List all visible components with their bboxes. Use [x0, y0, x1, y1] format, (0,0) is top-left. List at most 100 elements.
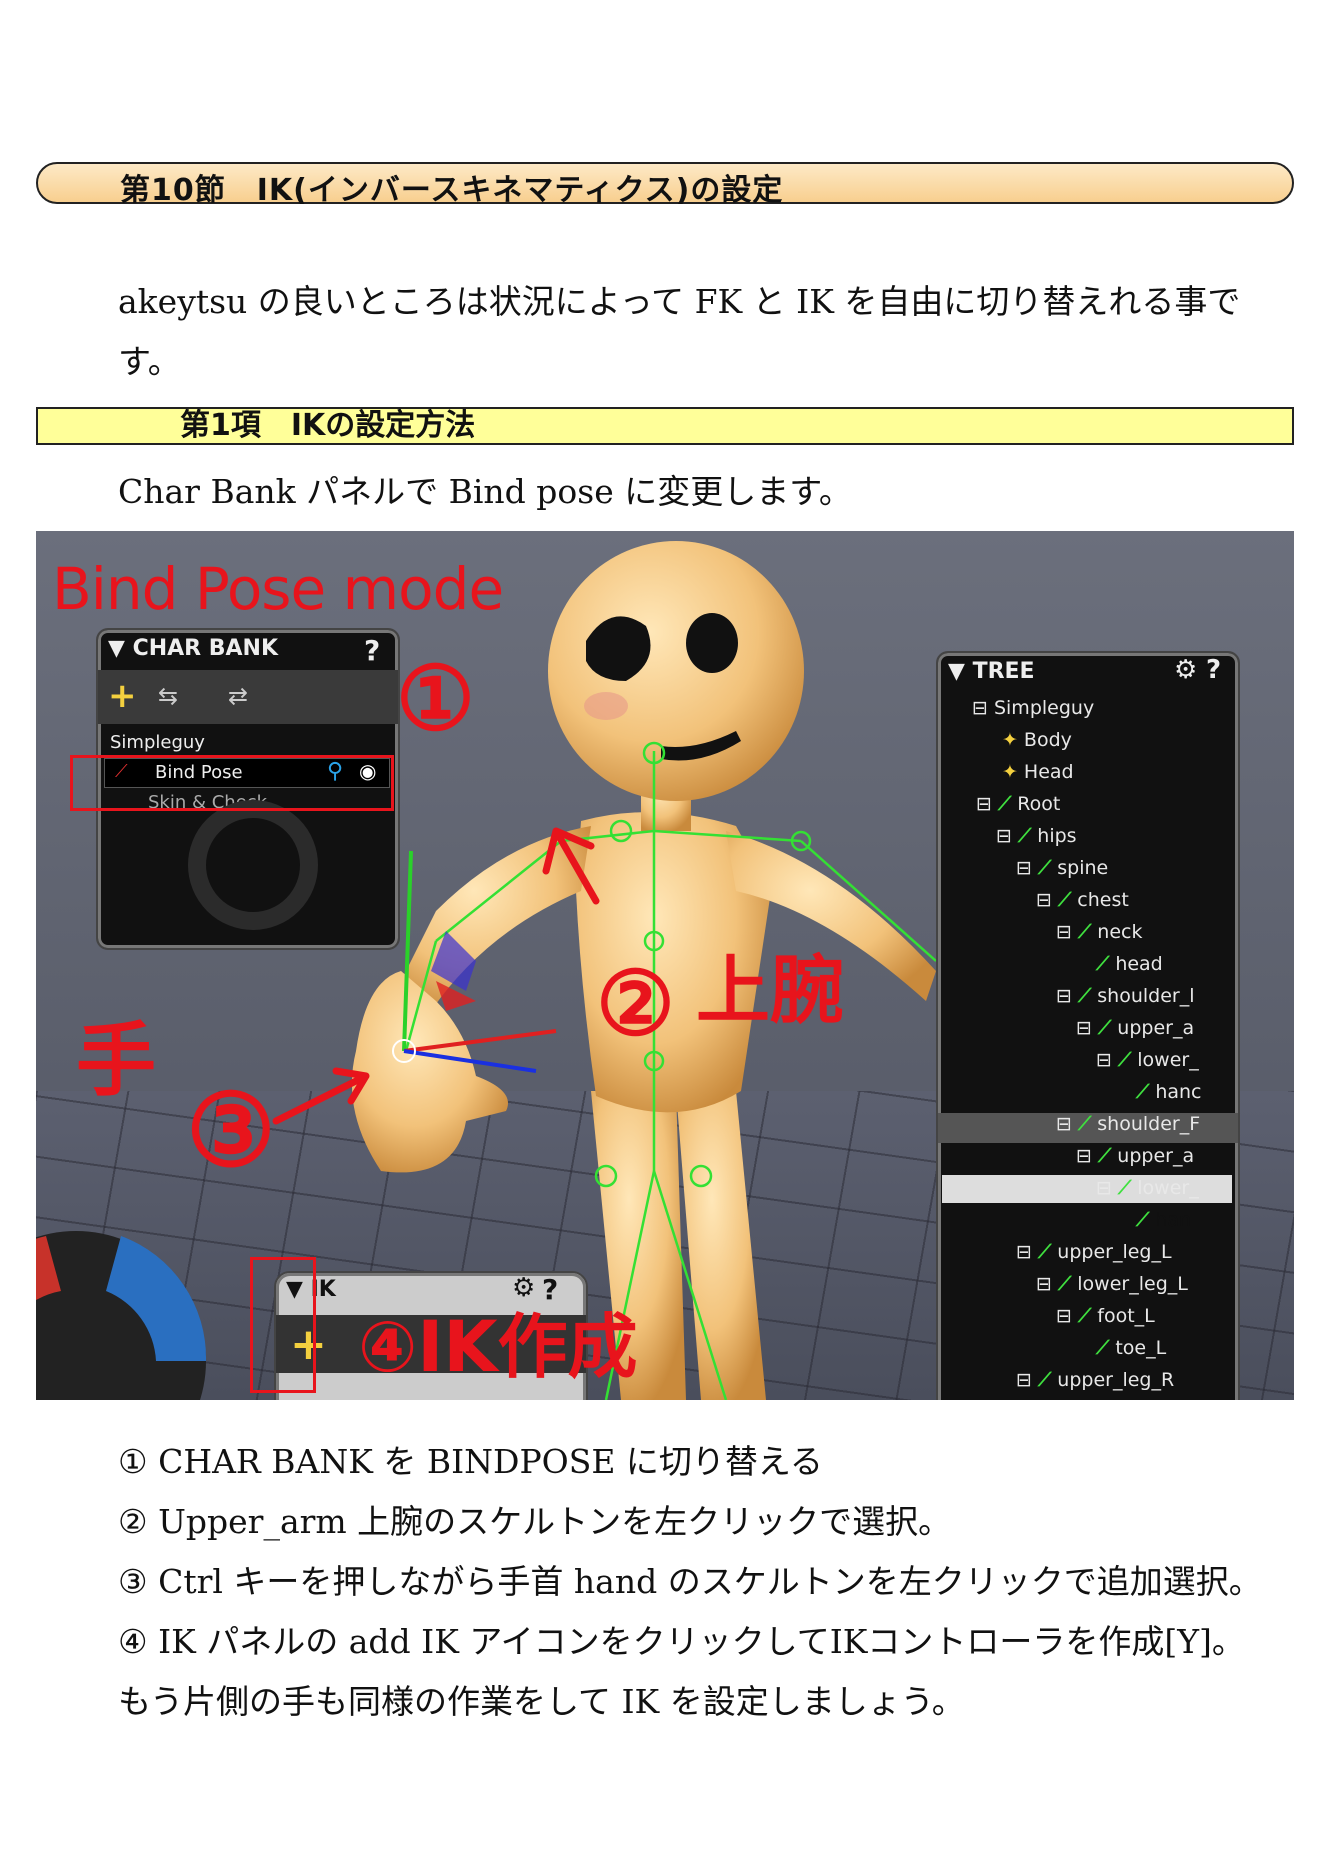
- tree-node-root[interactable]: ⊟ ⟋ Root: [976, 793, 1060, 815]
- tree-node-lower-arm-l[interactable]: ⊟ ⟋ lower_: [1096, 1049, 1199, 1071]
- tree-node-label: Simpleguy: [993, 697, 1095, 719]
- bone-icon: ⟋: [1077, 1113, 1092, 1135]
- annotation-2: ②: [596, 951, 675, 1055]
- annotation-ik-create: ④IK作成: [358, 1306, 638, 1388]
- bone-icon: ⟋: [1097, 1017, 1112, 1039]
- bone-icon: ⟋: [1037, 1241, 1052, 1263]
- annotation-1: ①: [396, 646, 475, 750]
- tree-node-label: shoulder_l: [1097, 985, 1195, 1007]
- tree-node-label: neck: [1097, 921, 1143, 943]
- tree-node-hand-l[interactable]: ⟋ hanc: [1136, 1081, 1202, 1103]
- closing-note: もう片側の手も同様の作業をして IK を設定しましょう。: [118, 1682, 965, 1721]
- tree-title[interactable]: ▼ TREE: [948, 659, 1035, 684]
- bone-icon: ⟋: [1077, 921, 1092, 943]
- bone-icon: ⟋: [1136, 1081, 1150, 1103]
- tree-node-foot-l[interactable]: ⊟ ⟋ foot_L: [1056, 1305, 1155, 1327]
- intro-line-2: す。: [118, 342, 181, 381]
- tree-node-head[interactable]: ⟋ head: [1096, 953, 1163, 975]
- bone-icon: ⟋: [1077, 1305, 1092, 1327]
- help-icon[interactable]: ?: [364, 634, 380, 667]
- section-title: 第10節 IK(インバースキネマティクス)の設定: [120, 173, 784, 208]
- mode-label: Bind Pose mode: [52, 555, 504, 623]
- add-character-icon[interactable]: +: [108, 676, 137, 716]
- body-icon: ✦: [1002, 729, 1018, 751]
- head-ctrl-icon: ✦: [1002, 761, 1018, 783]
- tree-node-label: spine: [1057, 857, 1109, 879]
- tree-node-label: upper_a: [1117, 1017, 1195, 1039]
- tree-node-label: upper_leg_L: [1057, 1241, 1172, 1263]
- tree-node-spine[interactable]: ⊟ ⟋ spine: [1016, 857, 1108, 879]
- tree-node-label: hips: [1037, 825, 1077, 847]
- annotation-hand: 手: [76, 1014, 156, 1107]
- step-4: ④ IK パネルの add IK アイコンをクリックしてIKコントローラを作成[…: [118, 1622, 1245, 1661]
- tree-node-body[interactable]: ✦ Body: [1002, 729, 1072, 751]
- char-bank-title[interactable]: ▼ CHAR BANK: [108, 636, 278, 661]
- tree-node-upper-arm-l[interactable]: ⊟ ⟋ upper_a: [1076, 1017, 1194, 1039]
- app-screenshot: Bind Pose mode ① ② 上腕 手 ③ ▼ CHAR BANK ? …: [36, 531, 1294, 1400]
- annotation-upper-arm: 上腕: [696, 948, 844, 1034]
- tree-node-label: lower_leg_L: [1077, 1273, 1188, 1295]
- tree-node-label: Head: [1023, 761, 1074, 783]
- tree-node-label: lower_: [1137, 1049, 1199, 1071]
- tree-node-simpleguy[interactable]: ⊟ Simpleguy: [972, 697, 1094, 719]
- tree-node-neck[interactable]: ⊟ ⟋ neck: [1056, 921, 1142, 943]
- gizmo-red-plane: [436, 981, 476, 1011]
- tree-node-label: toe_L: [1115, 1337, 1167, 1359]
- tree-node-chest[interactable]: ⊟ ⟋ chest: [1036, 889, 1129, 911]
- character-name[interactable]: Simpleguy: [110, 732, 350, 753]
- tree-node-head-ctrl[interactable]: ✦ Head: [1002, 761, 1074, 783]
- tree-node-label: Root: [1017, 793, 1061, 815]
- head: [548, 541, 804, 801]
- tree-node-upper-arm-r[interactable]: ⊟ ⟋ upper_a: [1076, 1145, 1194, 1167]
- tree-node-toe-l[interactable]: ⟋ toe_L: [1096, 1337, 1166, 1359]
- step-2: ② Upper_arm 上腕のスケルトンを左クリックで選択。: [118, 1502, 952, 1541]
- right-eye: [686, 613, 738, 673]
- tree-help-icon[interactable]: ?: [1206, 655, 1221, 685]
- bone-icon: ⟋: [1096, 1337, 1110, 1359]
- bone-icon: ⟋: [1037, 1369, 1052, 1391]
- tree-node-hand-r[interactable]: ⟋ han: [1136, 1209, 1191, 1231]
- gear-icon[interactable]: ⚙: [1174, 655, 1197, 685]
- bone-icon: ⟋: [1037, 857, 1052, 879]
- bone-icon: ⟋: [1117, 1049, 1132, 1071]
- annotation-3: ③: [186, 1071, 276, 1189]
- tree-node-lower-arm-r[interactable]: ⊟ ⟋ lower_: [1096, 1177, 1199, 1199]
- bone-icon: ⟋: [1136, 1209, 1150, 1231]
- lead-text: Char Bank パネルで Bind pose に変更します。: [118, 472, 852, 511]
- tree-node-upper-leg-l[interactable]: ⊟ ⟋ upper_leg_L: [1016, 1241, 1172, 1263]
- bone-icon: ⟋: [1017, 825, 1032, 847]
- tree-node-shoulder-l[interactable]: ⊟ ⟋ shoulder_l: [1056, 985, 1195, 1007]
- intro-line-1: akeytsu の良いところは状況によって FK と IK を自由に切り替えれる…: [118, 282, 1241, 321]
- step-3: ③ Ctrl キーを押しながら手首 hand のスケルトンを左クリックで追加選択…: [118, 1562, 1262, 1601]
- tree-node-label: head: [1115, 953, 1163, 975]
- bone-icon: ⟋: [1096, 953, 1110, 975]
- tree-node-shoulder-r[interactable]: ⊟ ⟋ shoulder_F: [1056, 1113, 1200, 1135]
- tree-node-label: shoulder_F: [1097, 1113, 1201, 1135]
- tree-node-lower-leg-l[interactable]: ⊟ ⟋ lower_leg_L: [1036, 1273, 1188, 1295]
- highlight-box-bind-pose: [70, 755, 394, 811]
- subsection-title: 第1項 IKの設定方法: [180, 408, 476, 443]
- watermark-logo: [188, 800, 318, 930]
- bone-icon: ⟋: [1097, 1145, 1112, 1167]
- highlight-box-add-ik: [250, 1257, 316, 1393]
- tree-node-label: foot_L: [1097, 1305, 1155, 1327]
- left-hand: [351, 971, 508, 1173]
- import-icon[interactable]: ⇆: [158, 682, 178, 710]
- char-bank-toolbar: + ⇆ ⇄: [98, 670, 398, 724]
- tree-node-upper-leg-r[interactable]: ⊟ ⟋ upper_leg_R: [1016, 1369, 1174, 1391]
- tree-node-label: han: [1155, 1209, 1192, 1231]
- tree-node-label: upper_a: [1117, 1145, 1195, 1167]
- tree-node-label: chest: [1077, 889, 1129, 911]
- tree-node-label: hanc: [1155, 1081, 1202, 1103]
- export-icon[interactable]: ⇄: [228, 682, 248, 710]
- bone-icon: ⟋: [1057, 889, 1072, 911]
- tree-node-hips[interactable]: ⊟ ⟋ hips: [996, 825, 1077, 847]
- bone-icon: ⟋: [1117, 1177, 1132, 1199]
- cheek: [584, 692, 628, 720]
- tree-node-label: Body: [1023, 729, 1072, 751]
- bone-icon: ⟋: [1057, 1273, 1072, 1295]
- bone-icon: ⟋: [997, 793, 1012, 815]
- bone-icon: ⟋: [1077, 985, 1092, 1007]
- right-leg: [676, 1091, 766, 1400]
- tree-node-label: lower_: [1137, 1177, 1199, 1199]
